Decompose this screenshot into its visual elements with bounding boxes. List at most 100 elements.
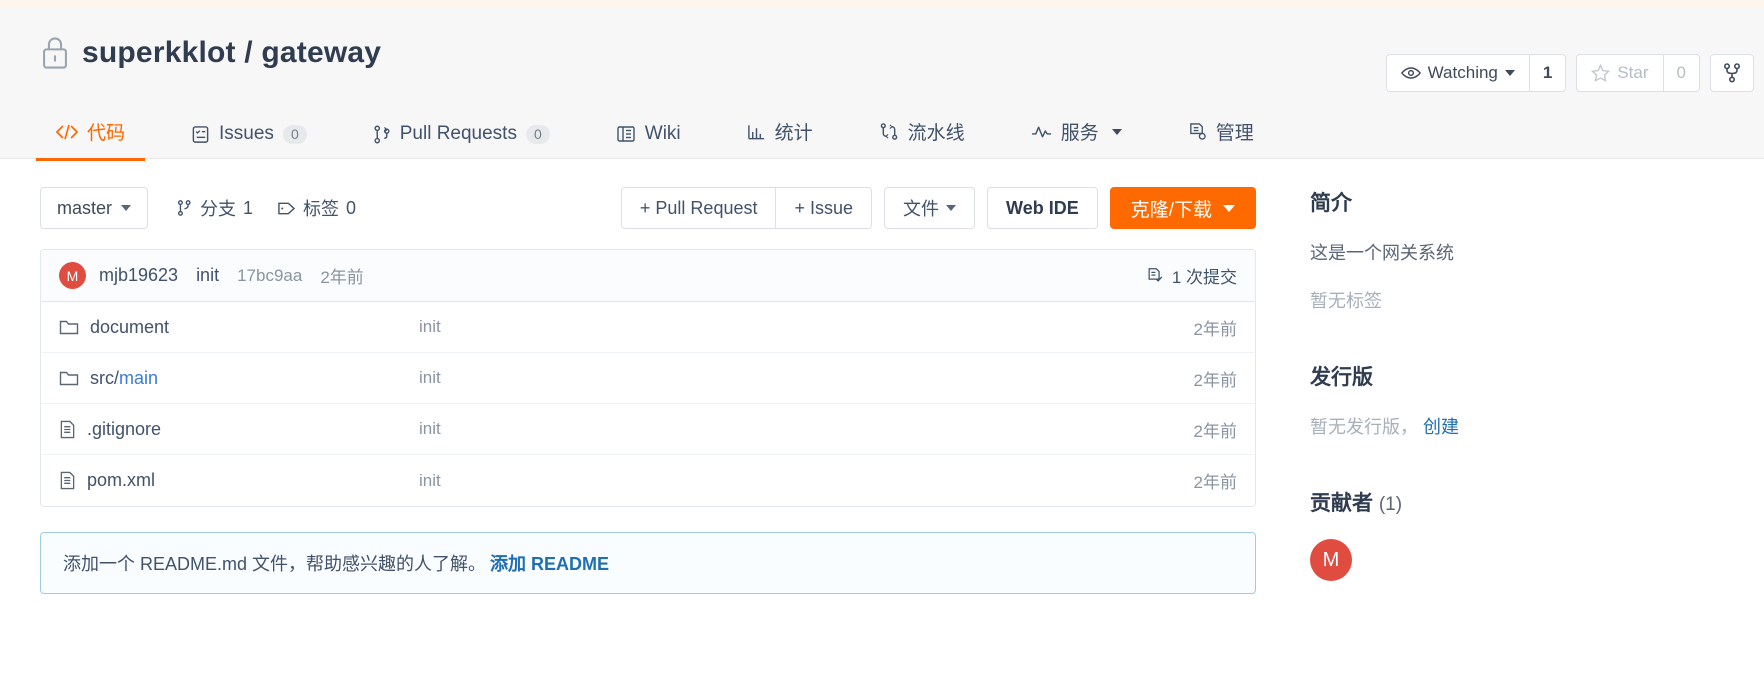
contributors-count: (1) xyxy=(1378,494,1403,515)
watch-count[interactable]: 1 xyxy=(1528,54,1567,92)
tag-icon xyxy=(277,200,296,217)
avatar[interactable]: M xyxy=(59,262,86,289)
code-icon xyxy=(56,124,78,140)
tab-code-label: 代码 xyxy=(87,123,126,144)
table-row[interactable]: pom.xml init 2年前 xyxy=(41,455,1255,506)
tab-statistics[interactable]: 统计 xyxy=(727,118,833,161)
tab-pull-requests-label: Pull Requests xyxy=(399,123,517,144)
file-dropdown-label: 文件 xyxy=(903,199,940,219)
repo-tags-empty: 暂无标签 xyxy=(1310,291,1382,311)
branches-label: 分支 xyxy=(200,199,237,219)
table-row[interactable]: .gitignore init 2年前 xyxy=(41,404,1255,455)
tags-count: 0 xyxy=(346,197,357,218)
tab-code[interactable]: 代码 xyxy=(36,118,146,161)
star-button-group[interactable]: Star 0 xyxy=(1576,54,1700,92)
file-name-cell: document xyxy=(59,317,419,338)
file-name-prefix: src/ xyxy=(90,367,119,388)
sidebar: 简介 这是一个网关系统 暂无标签 发行版 暂无发行版， 创建 贡献者 (1) M xyxy=(1256,159,1716,594)
chevron-down-icon xyxy=(1504,70,1515,76)
table-row[interactable]: document init 2年前 xyxy=(41,302,1255,353)
tab-issues[interactable]: Issues 0 xyxy=(171,123,327,161)
pulse-icon xyxy=(1031,125,1052,139)
new-issue-button[interactable]: + Issue xyxy=(776,187,873,229)
folder-icon xyxy=(59,370,79,387)
repo-name[interactable]: gateway xyxy=(261,36,381,69)
branch-icon xyxy=(176,199,193,217)
star-count[interactable]: 0 xyxy=(1662,54,1700,92)
file-name-suffix: main xyxy=(119,367,159,388)
branches-link[interactable]: 分支 1 xyxy=(176,195,253,221)
commit-sha[interactable]: 17bc9aa xyxy=(237,266,302,286)
branch-selector[interactable]: master xyxy=(40,187,149,229)
readme-prompt: 添加一个 README.md 文件，帮助感兴趣的人了解。 添加 README xyxy=(40,532,1256,594)
commit-count-link[interactable]: 1 次提交 xyxy=(1146,263,1237,288)
tab-services-label: 服务 xyxy=(1060,123,1099,144)
commit-author[interactable]: mjb19623 xyxy=(99,265,178,286)
issue-icon xyxy=(191,125,210,144)
repo-nav-tabs: 代码 Issues 0 Pull Requests 0 Wiki 统计 流水线 … xyxy=(36,115,1300,161)
tab-manage-label: 管理 xyxy=(1215,123,1254,144)
tab-wiki-label: Wiki xyxy=(644,123,681,144)
releases-empty: 暂无发行版， 创建 xyxy=(1310,413,1716,439)
watch-button-group[interactable]: Watching 1 xyxy=(1385,54,1567,92)
file-time: 2年前 xyxy=(1193,370,1237,390)
avatar[interactable]: M xyxy=(1310,539,1352,581)
file-browser: M mjb19623 init 17bc9aa 2年前 1 次提交 docume… xyxy=(40,249,1256,507)
file-commit-message: init xyxy=(419,419,441,438)
clone-download-button[interactable]: 克隆/下载 xyxy=(1109,187,1256,229)
fork-button-group[interactable] xyxy=(1710,54,1754,92)
manage-icon xyxy=(1188,122,1207,141)
tab-pull-requests-badge: 0 xyxy=(525,124,550,144)
contributors-heading-text: 贡献者 xyxy=(1310,492,1373,515)
file-name[interactable]: pom.xml xyxy=(87,470,155,491)
commit-message[interactable]: init xyxy=(196,265,219,286)
file-time: 2年前 xyxy=(1193,421,1237,441)
create-release-link[interactable]: 创建 xyxy=(1423,417,1459,437)
contributor-list: M xyxy=(1310,539,1716,581)
repo-toolbar: master 分支 1 标签 0 + Pull Request + Issue … xyxy=(40,187,1256,229)
header-actions: Watching 1 Star 0 xyxy=(1385,54,1764,92)
folder-icon xyxy=(59,319,79,336)
page-body: master 分支 1 标签 0 + Pull Request + Issue … xyxy=(0,159,1764,594)
tab-issues-badge: 0 xyxy=(282,124,307,144)
tags-link[interactable]: 标签 0 xyxy=(277,195,356,221)
file-name[interactable]: document xyxy=(90,317,169,338)
contributors-section: 贡献者 (1) M xyxy=(1310,487,1716,581)
file-name-cell: pom.xml xyxy=(59,470,419,491)
page-title: superkklot / gateway xyxy=(82,36,381,70)
file-icon xyxy=(59,471,76,490)
file-name-cell: .gitignore xyxy=(59,419,419,440)
file-time: 2年前 xyxy=(1193,319,1237,339)
commit-icon xyxy=(1146,267,1164,285)
file-name[interactable]: src/main xyxy=(90,368,158,389)
repo-meta-links: 分支 1 标签 0 xyxy=(176,195,356,221)
star-button[interactable]: Star xyxy=(1576,54,1663,92)
tab-manage[interactable]: 管理 xyxy=(1168,118,1274,161)
add-readme-link[interactable]: 添加 README xyxy=(490,550,609,576)
file-name[interactable]: .gitignore xyxy=(87,419,161,440)
tab-pull-requests[interactable]: Pull Requests 0 xyxy=(353,123,570,161)
tab-wiki[interactable]: Wiki xyxy=(596,123,701,161)
contributors-heading: 贡献者 (1) xyxy=(1310,487,1716,517)
file-name-cell: src/main xyxy=(59,368,419,389)
repo-owner[interactable]: superkklot xyxy=(82,36,236,69)
table-row[interactable]: src/main init 2年前 xyxy=(41,353,1255,404)
branches-count: 1 xyxy=(243,197,254,218)
releases-section: 发行版 暂无发行版， 创建 xyxy=(1310,361,1716,439)
commit-time: 2年前 xyxy=(320,268,364,287)
about-heading: 简介 xyxy=(1310,192,1352,215)
repo-header: superkklot / gateway Watching 1 Star 0 代… xyxy=(0,8,1764,161)
web-ide-button[interactable]: Web IDE xyxy=(987,187,1098,229)
fork-button[interactable] xyxy=(1710,54,1754,92)
clone-download-label: 克隆/下载 xyxy=(1130,199,1212,221)
chart-icon xyxy=(747,123,766,141)
new-pull-request-button[interactable]: + Pull Request xyxy=(620,187,777,229)
watch-label: Watching xyxy=(1427,63,1498,82)
book-icon xyxy=(616,125,636,143)
tab-pipeline[interactable]: 流水线 xyxy=(859,118,985,161)
file-dropdown-button[interactable]: 文件 xyxy=(884,187,976,229)
chevron-down-icon xyxy=(946,205,957,211)
watch-button[interactable]: Watching xyxy=(1385,54,1529,92)
tab-services[interactable]: 服务 xyxy=(1011,118,1142,161)
main-column: master 分支 1 标签 0 + Pull Request + Issue … xyxy=(40,159,1256,594)
